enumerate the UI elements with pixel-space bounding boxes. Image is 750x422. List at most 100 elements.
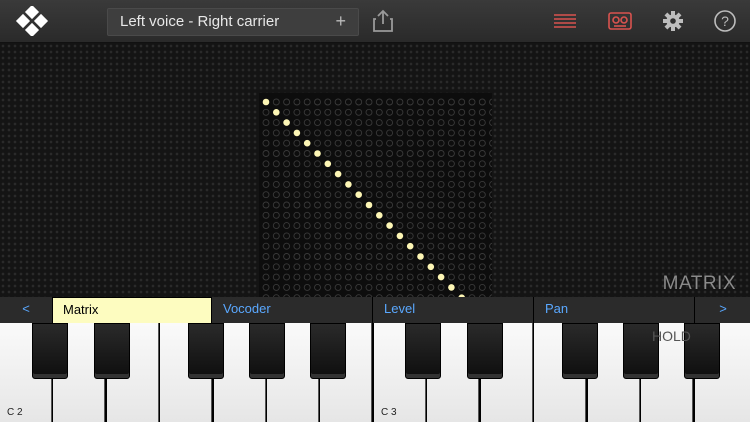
matrix-cell[interactable] bbox=[272, 129, 280, 137]
hold-button[interactable]: HOLD bbox=[652, 328, 691, 344]
matrix-cell[interactable] bbox=[468, 283, 476, 291]
matrix-cell[interactable] bbox=[365, 170, 373, 178]
share-icon[interactable] bbox=[370, 9, 396, 33]
matrix-cell[interactable] bbox=[262, 170, 270, 178]
matrix-cell[interactable] bbox=[334, 139, 342, 147]
matrix-cell-active[interactable] bbox=[273, 109, 280, 116]
matrix-cell[interactable] bbox=[478, 222, 486, 230]
matrix-cell[interactable] bbox=[447, 253, 455, 260]
matrix-cell[interactable] bbox=[262, 150, 270, 157]
matrix-cell[interactable] bbox=[293, 211, 301, 219]
matrix-cell[interactable] bbox=[478, 242, 486, 250]
matrix-cell[interactable] bbox=[334, 222, 342, 230]
matrix-cell[interactable] bbox=[324, 98, 332, 106]
matrix-cell[interactable] bbox=[406, 108, 414, 116]
matrix-cell[interactable] bbox=[324, 253, 332, 260]
matrix-cell[interactable] bbox=[386, 253, 394, 260]
matrix-grid[interactable] bbox=[259, 93, 497, 333]
matrix-cell[interactable] bbox=[458, 98, 466, 106]
matrix-cell[interactable] bbox=[283, 222, 291, 230]
matrix-cell[interactable] bbox=[478, 201, 486, 209]
matrix-cell[interactable] bbox=[314, 201, 321, 209]
matrix-cell[interactable] bbox=[406, 150, 414, 157]
matrix-cell[interactable] bbox=[334, 160, 342, 168]
matrix-cell[interactable] bbox=[489, 283, 497, 291]
matrix-cell[interactable] bbox=[355, 108, 363, 116]
matrix-cell[interactable] bbox=[417, 108, 424, 116]
matrix-cell[interactable] bbox=[365, 283, 373, 291]
matrix-cell[interactable] bbox=[293, 273, 301, 281]
matrix-cell[interactable] bbox=[396, 242, 404, 250]
matrix-cell[interactable] bbox=[355, 263, 363, 271]
matrix-cell[interactable] bbox=[365, 222, 373, 230]
matrix-cell[interactable] bbox=[437, 139, 445, 147]
matrix-cell[interactable] bbox=[272, 242, 280, 250]
matrix-cell[interactable] bbox=[437, 160, 445, 168]
logo-icon[interactable] bbox=[12, 6, 52, 36]
matrix-cell[interactable] bbox=[489, 211, 497, 219]
matrix-cell[interactable] bbox=[437, 170, 445, 178]
matrix-cell[interactable] bbox=[344, 160, 352, 168]
matrix-cell[interactable] bbox=[447, 150, 455, 157]
matrix-cell[interactable] bbox=[355, 232, 363, 240]
matrix-cell[interactable] bbox=[303, 242, 311, 250]
matrix-cell[interactable] bbox=[489, 273, 497, 281]
matrix-cell[interactable] bbox=[355, 119, 363, 127]
matrix-cell[interactable] bbox=[365, 129, 373, 137]
matrix-cell[interactable] bbox=[314, 222, 321, 230]
matrix-cell-active[interactable] bbox=[334, 170, 342, 178]
matrix-cell-active[interactable] bbox=[396, 232, 404, 240]
matrix-cell[interactable] bbox=[437, 201, 445, 209]
matrix-cell[interactable] bbox=[406, 98, 414, 106]
matrix-cell[interactable] bbox=[334, 191, 342, 199]
matrix-cell[interactable] bbox=[427, 253, 435, 260]
matrix-cell[interactable] bbox=[314, 191, 321, 199]
matrix-cell[interactable] bbox=[272, 98, 280, 106]
matrix-cell[interactable] bbox=[344, 211, 352, 219]
matrix-cell[interactable] bbox=[272, 170, 280, 178]
matrix-cell[interactable] bbox=[447, 170, 455, 178]
matrix-cell-active[interactable] bbox=[314, 150, 321, 157]
matrix-cell[interactable] bbox=[365, 263, 373, 271]
matrix-cell[interactable] bbox=[417, 201, 424, 209]
matrix-cell[interactable] bbox=[458, 253, 466, 260]
matrix-cell[interactable] bbox=[458, 170, 466, 178]
matrix-cell[interactable] bbox=[334, 263, 342, 271]
matrix-cell[interactable] bbox=[386, 180, 394, 188]
matrix-cell[interactable] bbox=[417, 180, 424, 188]
matrix-cell[interactable] bbox=[386, 160, 394, 168]
matrix-cell[interactable] bbox=[447, 191, 455, 199]
matrix-cell[interactable] bbox=[344, 222, 352, 230]
matrix-cell[interactable] bbox=[396, 129, 404, 137]
matrix-cell[interactable] bbox=[293, 232, 301, 240]
matrix-cell[interactable] bbox=[262, 139, 270, 147]
matrix-cell[interactable] bbox=[437, 283, 445, 291]
matrix-cell[interactable] bbox=[427, 201, 435, 209]
matrix-cell[interactable] bbox=[417, 232, 424, 240]
matrix-cell[interactable] bbox=[334, 150, 342, 157]
matrix-cell[interactable] bbox=[386, 108, 394, 116]
matrix-cell[interactable] bbox=[417, 139, 424, 147]
matrix-cell[interactable] bbox=[375, 150, 383, 157]
matrix-cell[interactable] bbox=[262, 222, 270, 230]
matrix-cell[interactable] bbox=[406, 180, 414, 188]
matrix-cell[interactable] bbox=[437, 150, 445, 157]
matrix-cell[interactable] bbox=[293, 119, 301, 127]
matrix-cell[interactable] bbox=[303, 273, 311, 281]
matrix-cell[interactable] bbox=[375, 170, 383, 178]
matrix-cell[interactable] bbox=[437, 242, 445, 250]
matrix-cell[interactable] bbox=[314, 98, 321, 106]
matrix-cell-active[interactable] bbox=[262, 98, 270, 106]
matrix-cell[interactable] bbox=[355, 273, 363, 281]
matrix-cell[interactable] bbox=[262, 263, 270, 271]
matrix-cell[interactable] bbox=[303, 283, 311, 291]
matrix-cell[interactable] bbox=[262, 129, 270, 137]
matrix-cell[interactable] bbox=[468, 242, 476, 250]
matrix-cell[interactable] bbox=[375, 139, 383, 147]
matrix-cell[interactable] bbox=[427, 232, 435, 240]
matrix-cell[interactable] bbox=[303, 170, 311, 178]
matrix-cell[interactable] bbox=[293, 263, 301, 271]
matrix-cell[interactable] bbox=[324, 273, 332, 281]
matrix-cell[interactable] bbox=[386, 191, 394, 199]
matrix-cell[interactable] bbox=[427, 242, 435, 250]
